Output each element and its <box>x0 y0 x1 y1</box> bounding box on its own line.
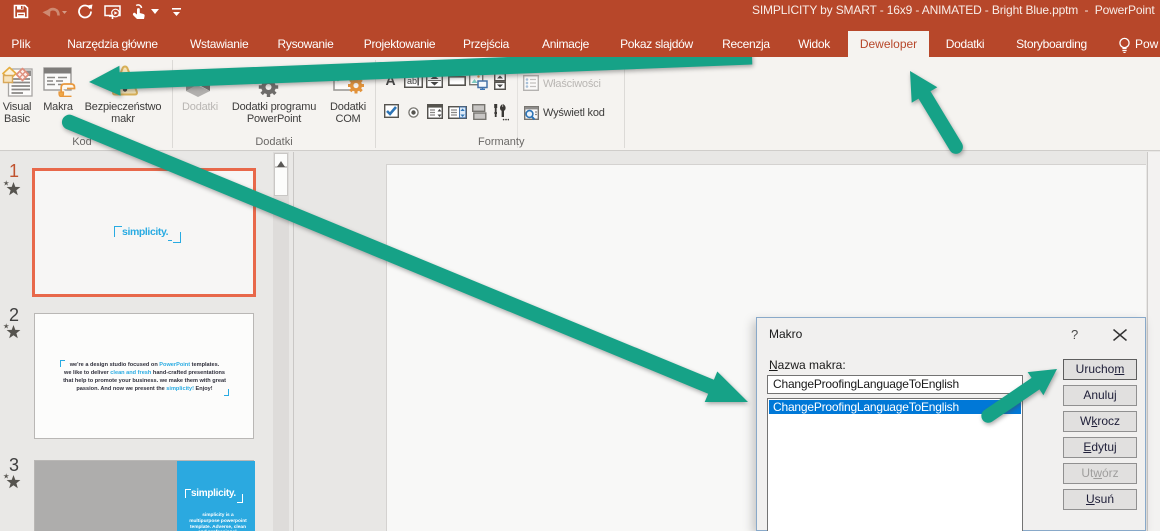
svg-text:ab: ab <box>407 76 417 86</box>
